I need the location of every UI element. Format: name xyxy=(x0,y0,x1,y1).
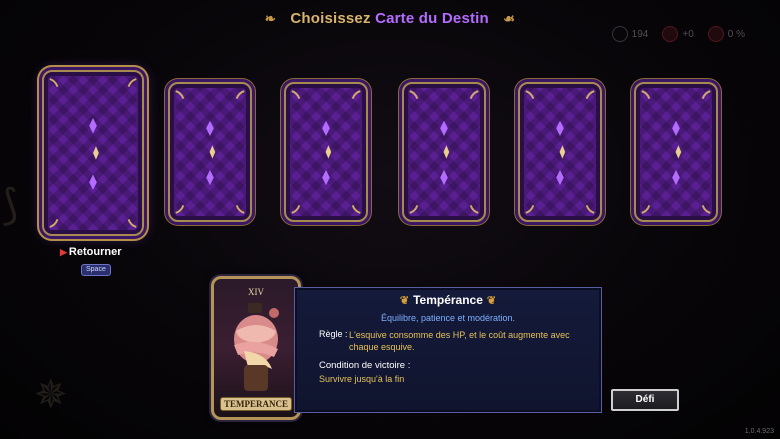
title-prefix: Choisissez xyxy=(290,10,371,27)
background-compass-icon: ✵ xyxy=(34,373,68,417)
rule-text: L'esquive consomme des HP, et le coût au… xyxy=(349,330,570,352)
destiny-card-4[interactable] xyxy=(402,82,486,222)
version-label: 1.0.4.923 xyxy=(744,428,774,435)
victory-condition-label: Condition de victoire : xyxy=(319,360,411,371)
card-info-panel: ❦ Tempérance ❦ Équilibre, patience et modé… xyxy=(294,287,602,413)
rule-label: Règle : xyxy=(319,329,348,339)
coin-icon xyxy=(611,26,628,42)
crescent-moon-icon xyxy=(525,90,595,214)
crescent-moon-icon xyxy=(641,90,711,214)
card-subtitle: Équilibre, patience et modération. xyxy=(380,313,516,323)
card-banner: TEMPERANCE xyxy=(220,397,292,411)
left-ornament-icon: ❧ xyxy=(264,11,276,27)
right-scroll-icon: ❦ xyxy=(486,295,497,307)
title-highlight: Carte du Destin xyxy=(375,10,489,27)
crescent-moon-icon xyxy=(49,78,137,228)
stat-2: +0 xyxy=(662,26,694,42)
card-name-heading: ❦ Tempérance ❦ xyxy=(295,293,601,307)
destiny-card-3[interactable] xyxy=(284,82,368,222)
background-glyph-icon: ⟆ xyxy=(2,181,19,228)
crescent-moon-icon xyxy=(291,90,361,214)
destiny-card-2[interactable] xyxy=(168,82,252,222)
temperance-card-art: XIV TEMPERANCE xyxy=(211,276,301,420)
left-scroll-icon: ❦ xyxy=(399,295,410,307)
stat-1: 194 xyxy=(611,26,648,42)
card-name: Tempérance xyxy=(413,293,483,307)
resource-stats: 194 +0 0 % xyxy=(611,26,745,42)
destiny-card-5[interactable] xyxy=(518,82,602,222)
crest-icon xyxy=(662,26,679,42)
flower-icon xyxy=(707,26,724,42)
challenge-button[interactable]: Défi xyxy=(611,389,679,411)
pointer-arrow-icon: ▶ xyxy=(60,247,67,257)
space-key-hint: Space xyxy=(81,264,111,276)
crescent-moon-icon xyxy=(175,90,245,214)
stat-3: 0 % xyxy=(707,26,745,42)
right-ornament-icon: ☙ xyxy=(503,11,516,27)
screen-title: ❧ Choisissez Carte du Destin ☙ xyxy=(0,10,780,27)
destiny-card-6[interactable] xyxy=(634,82,718,222)
victory-condition-text: Survivre jusqu'à la fin xyxy=(319,374,405,384)
crescent-moon-icon xyxy=(409,90,479,214)
flip-prompt[interactable]: ▶ Retourner xyxy=(60,246,121,258)
destiny-card-1[interactable] xyxy=(42,70,144,236)
